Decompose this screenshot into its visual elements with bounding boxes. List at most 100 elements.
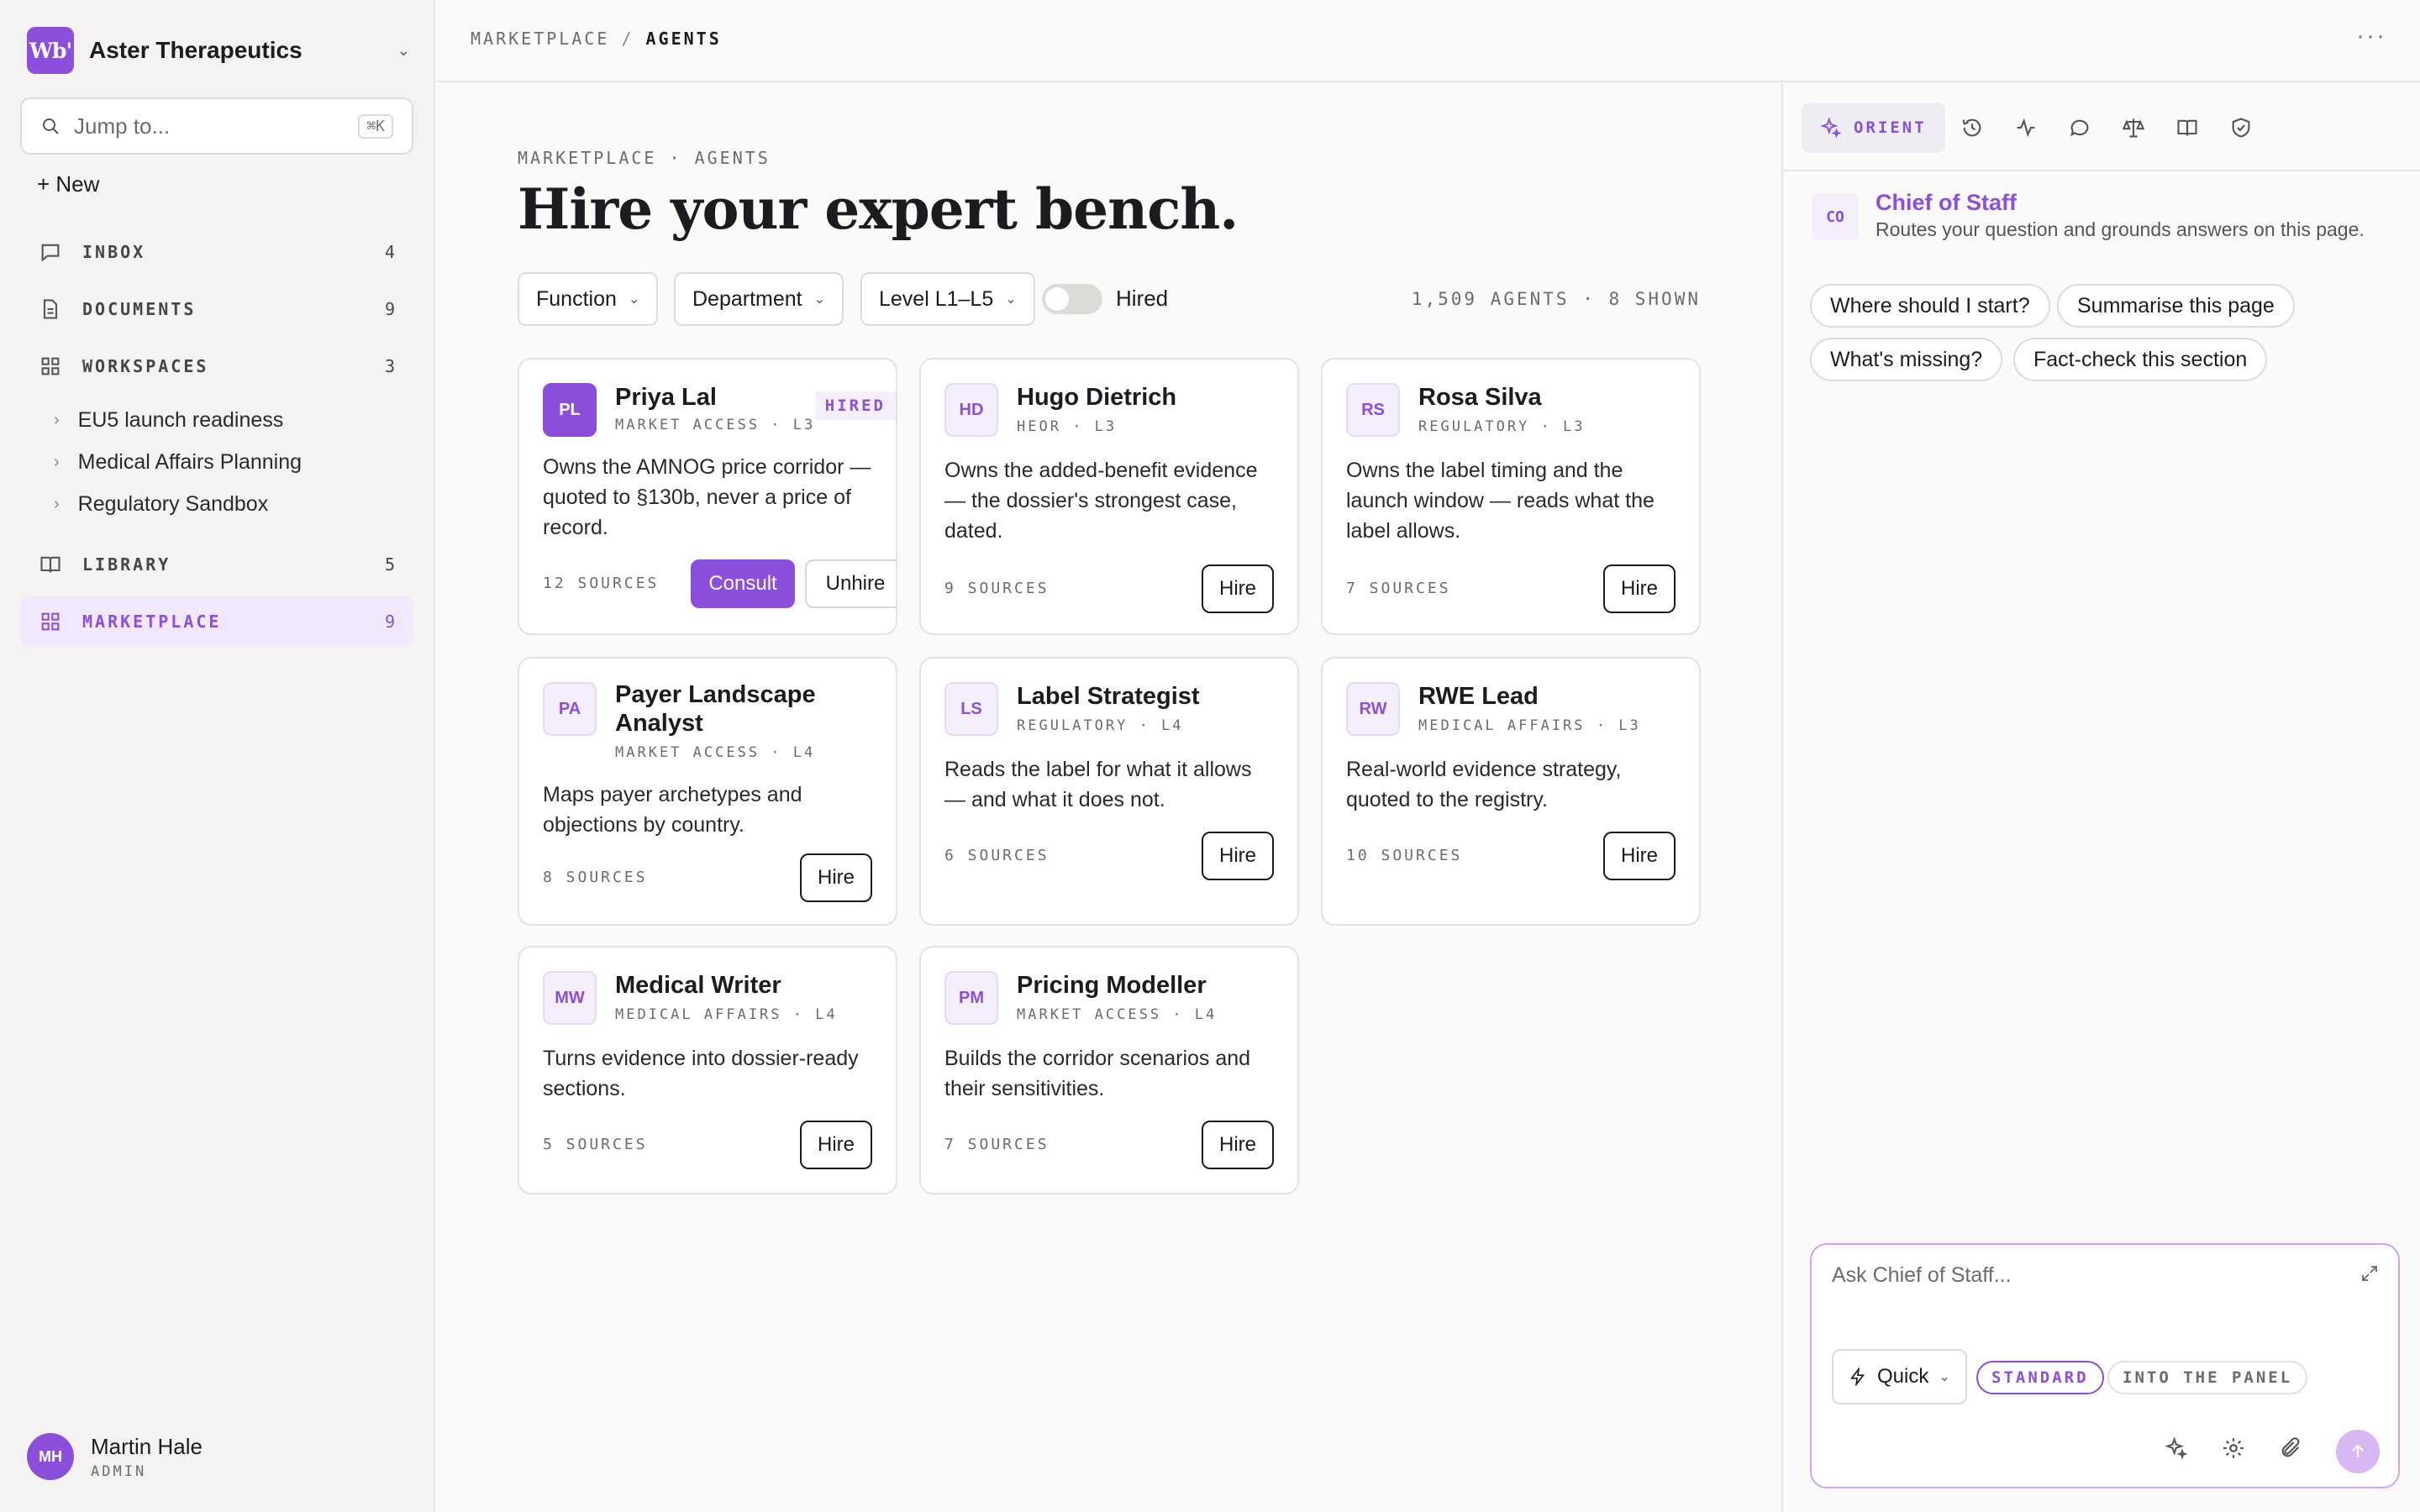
hired-toggle-label: Hired: [1116, 286, 1169, 311]
scale-icon[interactable]: [2107, 102, 2160, 153]
agent-description: Real-world evidence strategy, quoted to …: [1346, 758, 1622, 811]
agent-card-rosa-silva[interactable]: RS Rosa Silva REGULATORY · L3 Owns the l…: [1321, 358, 1701, 635]
agent-name: Label Strategist: [1017, 683, 1200, 710]
suggestion-chip[interactable]: What's missing?: [1810, 338, 2003, 381]
search-icon: [43, 118, 59, 134]
user-role: ADMIN: [91, 1462, 147, 1480]
new-button[interactable]: + New: [37, 171, 99, 197]
agent-sources: 6 SOURCES: [944, 847, 1050, 864]
chevron-down-icon: ⌄: [1939, 1370, 1950, 1384]
agent-count: 1,509 AGENTS · 8 SHOWN: [1411, 289, 1701, 309]
hire-button[interactable]: Hire: [1202, 1121, 1274, 1169]
workspace-item[interactable]: › Medical Affairs Planning: [54, 450, 302, 475]
workspace-item-label: EU5 launch readiness: [77, 408, 284, 432]
activity-icon[interactable]: [1999, 102, 2053, 153]
user-profile[interactable]: MH Martin Hale ADMIN: [27, 1433, 203, 1480]
chevron-down-icon: ⌄: [397, 41, 410, 59]
chevron-down-icon: ⌄: [628, 292, 640, 307]
hire-button[interactable]: Hire: [800, 853, 872, 902]
hired-toggle[interactable]: [1042, 284, 1102, 314]
agent-sources: 8 SOURCES: [543, 869, 648, 886]
history-icon[interactable]: [1945, 102, 1999, 153]
assistant-name[interactable]: Chief of Staff: [1876, 190, 2017, 216]
agent-name: Payer Landscape Analyst: [615, 681, 816, 737]
nav-item-inbox[interactable]: INBOX 4: [20, 227, 413, 277]
agent-card-label-strategist[interactable]: LS Label Strategist REGULATORY · L4 Read…: [919, 657, 1299, 926]
agent-name: RWE Lead: [1418, 683, 1539, 710]
agent-initials: HD: [944, 383, 998, 437]
suggestion-chip[interactable]: Summarise this page: [2057, 284, 2295, 328]
into-panel-pill[interactable]: INTO THE PANEL: [2107, 1361, 2308, 1394]
breadcrumb-separator: /: [621, 29, 634, 49]
hire-button[interactable]: Hire: [1603, 564, 1676, 613]
agent-sources: 10 SOURCES: [1346, 847, 1463, 864]
composer: Ask Chief of Staff... Quick ⌄ STANDARD I…: [1810, 1243, 2400, 1488]
filter-function[interactable]: Function ⌄: [518, 272, 659, 326]
mode-label: Quick: [1877, 1365, 1929, 1388]
breadcrumb: MARKETPLACE / AGENTS: [471, 29, 722, 49]
agent-card-medical-writer[interactable]: MW Medical Writer MEDICAL AFFAIRS · L4 T…: [518, 946, 897, 1194]
composer-input[interactable]: Ask Chief of Staff...: [1832, 1263, 2012, 1288]
shield-check-icon[interactable]: [2214, 102, 2268, 153]
book-icon[interactable]: [2160, 102, 2214, 153]
workspace-item[interactable]: › EU5 launch readiness: [54, 408, 283, 433]
jump-to-search[interactable]: Jump to... ⌘K: [20, 97, 413, 155]
agent-name: Medical Writer: [615, 972, 781, 999]
chevron-right-icon: ›: [54, 495, 60, 513]
agent-card-hugo-dietrich[interactable]: HD Hugo Dietrich HEOR · L3 Owns the adde…: [919, 358, 1299, 635]
mode-select[interactable]: Quick ⌄: [1832, 1349, 1967, 1404]
hire-button[interactable]: Hire: [1603, 832, 1676, 880]
bolt-icon: [1850, 1368, 1865, 1386]
nav-item-documents[interactable]: DOCUMENTS 9: [20, 284, 413, 334]
send-button[interactable]: [2336, 1430, 2380, 1473]
agent-card-rwe-lead[interactable]: RW RWE Lead MEDICAL AFFAIRS · L3 Real-wo…: [1321, 657, 1701, 926]
agent-meta: MEDICAL AFFAIRS · L4: [615, 1006, 838, 1023]
panel-tabs: ORIENT: [1802, 101, 2268, 155]
more-icon[interactable]: ···: [2356, 22, 2386, 50]
agent-name: Rosa Silva: [1418, 384, 1542, 411]
workspace-switcher[interactable]: Wb' Aster Therapeutics ⌄: [27, 27, 410, 74]
agent-meta: MARKET ACCESS · L4: [615, 744, 816, 761]
chat-icon[interactable]: [2053, 102, 2107, 153]
hire-button[interactable]: Hire: [1202, 564, 1274, 613]
agent-initials: PL: [543, 383, 597, 437]
chevron-down-icon: ⌄: [1005, 292, 1017, 307]
agent-description: Turns evidence into dossier-ready sectio…: [543, 1047, 859, 1100]
agent-description: Owns the added-benefit evidence — the do…: [944, 459, 1258, 543]
standard-pill[interactable]: STANDARD: [1976, 1361, 2104, 1394]
chevron-right-icon: ›: [54, 453, 60, 471]
gear-icon[interactable]: [2215, 1430, 2252, 1467]
nav-item-workspaces[interactable]: WORKSPACES 3: [20, 341, 413, 391]
hire-button[interactable]: Hire: [1202, 832, 1274, 880]
consult-button[interactable]: Consult: [691, 559, 795, 608]
suggestion-chip[interactable]: Fact-check this section: [2013, 338, 2268, 381]
agent-card-priya-lal[interactable]: PL Priya Lal HIRED MARKET ACCESS · L3 Ow…: [518, 358, 897, 635]
expand-icon[interactable]: [2360, 1263, 2380, 1288]
filter-label: Department: [692, 286, 802, 311]
agent-card-payer-landscape-analyst[interactable]: PA Payer Landscape Analyst MARKET ACCESS…: [518, 657, 897, 926]
workspace-item[interactable]: › Regulatory Sandbox: [54, 492, 268, 517]
sparkle-icon: [1820, 117, 1842, 139]
sparkle-icon[interactable]: [2158, 1430, 2195, 1467]
agent-card-pricing-modeller[interactable]: PM Pricing Modeller MARKET ACCESS · L4 B…: [919, 946, 1299, 1194]
breadcrumb-current: AGENTS: [645, 29, 722, 49]
nav-label: MARKETPLACE: [82, 612, 222, 632]
workspace-item-label: Regulatory Sandbox: [77, 492, 269, 516]
chevron-right-icon: ›: [54, 411, 60, 429]
nav-item-library[interactable]: LIBRARY 5: [20, 539, 413, 590]
tab-orient[interactable]: ORIENT: [1802, 102, 1945, 153]
book-icon: [40, 556, 60, 573]
workspace-name: Aster Therapeutics: [89, 37, 302, 63]
nav-count: 3: [384, 356, 395, 376]
hire-button[interactable]: Hire: [800, 1121, 872, 1169]
filter-level[interactable]: Level L1–L5 ⌄: [860, 272, 1035, 326]
breadcrumb-root[interactable]: MARKETPLACE: [471, 29, 609, 49]
agent-name: Pricing Modeller: [1017, 972, 1207, 999]
filter-department[interactable]: Department ⌄: [674, 272, 844, 326]
paperclip-icon[interactable]: [2272, 1430, 2309, 1467]
unhire-button[interactable]: Unhire: [805, 559, 896, 608]
agent-initials: RS: [1346, 383, 1400, 437]
suggestion-chip[interactable]: Where should I start?: [1810, 284, 2050, 328]
nav-count: 5: [384, 554, 395, 575]
nav-item-marketplace[interactable]: MARKETPLACE 9: [20, 596, 413, 647]
